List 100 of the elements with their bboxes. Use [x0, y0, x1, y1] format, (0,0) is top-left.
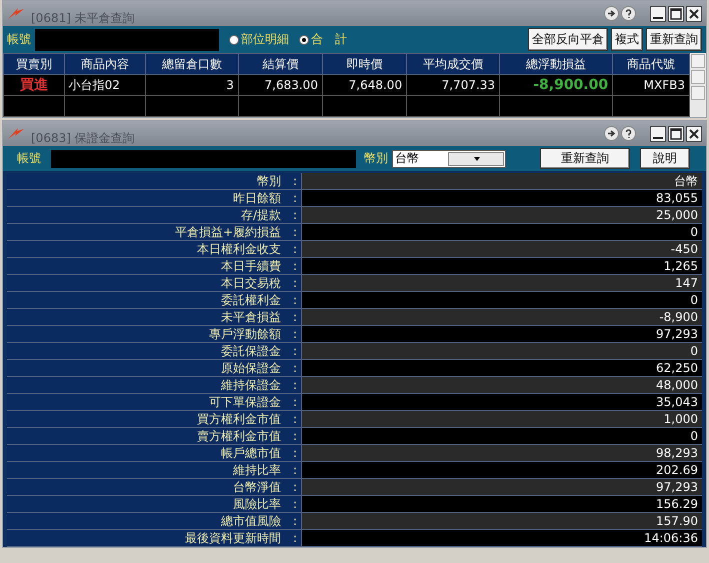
column-header: 總留倉口數 [145, 54, 238, 74]
field-value: 0 [301, 428, 702, 444]
minimize-icon[interactable] [650, 6, 666, 22]
cell-text: -8,900.00 [533, 77, 608, 93]
field-value: 1,000 [301, 411, 702, 427]
toolbar-button[interactable]: 全部反向平倉 [528, 28, 608, 51]
separator: : [292, 326, 297, 342]
separator: : [292, 241, 297, 257]
cell-text: 買進 [20, 77, 48, 93]
scrollbar[interactable] [690, 53, 706, 117]
separator: : [292, 394, 297, 410]
dropdown-arrow-icon [474, 156, 480, 160]
field-value: 98,293 [301, 445, 702, 461]
field-label: 專戶浮動餘額 [209, 327, 281, 341]
field-label: 本日交易稅 [221, 276, 281, 290]
logo-icon [7, 6, 25, 20]
separator: : [292, 173, 297, 189]
cell-text: 7,707.33 [442, 78, 496, 92]
field-value: 25,000 [301, 207, 702, 223]
toolbar-button[interactable]: 重新查詢 [540, 148, 630, 169]
field-value: 0 [301, 224, 702, 240]
field-value: 0 [301, 292, 702, 308]
field-value: 97,293 [301, 326, 702, 342]
cell-text: 小台指02 [68, 78, 120, 92]
field-value: 202.69 [301, 462, 702, 478]
separator: : [292, 479, 297, 495]
cell-text: MXFB3 [644, 78, 685, 92]
column-header: 結算價 [238, 54, 322, 74]
radio-option[interactable]: 部位明細 [229, 31, 289, 48]
help-icon[interactable] [621, 6, 636, 21]
field-value: 156.29 [301, 496, 702, 512]
cell-text: 3 [226, 78, 234, 92]
column-header: 商品代號 [612, 54, 690, 74]
field-label: 維持比率 [233, 463, 281, 477]
field-label: 台幣淨值 [233, 480, 281, 494]
separator: : [292, 275, 297, 291]
field-label: 委託權利金 [221, 293, 281, 307]
minimize-icon[interactable] [650, 126, 666, 142]
maximize-icon[interactable] [668, 6, 684, 22]
field-value: 157.90 [301, 513, 702, 529]
field-value: 83,055 [301, 190, 702, 206]
separator: : [292, 496, 297, 512]
close-icon[interactable] [686, 6, 702, 22]
logo-icon [7, 126, 25, 140]
separator: : [292, 513, 297, 529]
separator: : [292, 428, 297, 444]
field-value: 48,000 [301, 377, 702, 393]
toolbar-button[interactable]: 複式 [611, 28, 643, 51]
separator: : [292, 309, 297, 325]
window-title: [0681] 未平倉查詢 [31, 10, 135, 27]
field-label: 存/提款 [240, 208, 281, 222]
column-header: 商品內容 [64, 54, 146, 74]
window-title: [0683] 保證金查詢 [31, 130, 135, 147]
field-value: -8,900 [301, 309, 702, 325]
cell-text: 7,683.00 [264, 78, 318, 92]
field-label: 風險比率 [233, 497, 281, 511]
field-label: 帳戶總市值 [221, 446, 281, 460]
column-header: 總浮動損益 [500, 54, 613, 74]
account-field[interactable] [35, 28, 219, 50]
separator: : [292, 343, 297, 359]
field-label: 委託保證金 [221, 344, 281, 358]
separator: : [292, 530, 297, 546]
account-field[interactable] [51, 150, 356, 168]
field-label: 本日權利金收支 [197, 242, 281, 256]
radio-option[interactable]: 合 計 [299, 31, 347, 48]
field-label: 維持保證金 [221, 378, 281, 392]
cell-text: 7,648.00 [348, 78, 402, 92]
exit-icon[interactable] [604, 126, 619, 141]
toolbar-button[interactable]: 說明 [640, 148, 690, 169]
exit-icon[interactable] [604, 6, 619, 21]
account-label: 帳號 [7, 31, 31, 48]
field-label: 可下單保證金 [209, 395, 281, 409]
separator: : [292, 411, 297, 427]
toolbar-button[interactable]: 重新查詢 [646, 28, 702, 51]
close-icon[interactable] [686, 126, 702, 142]
separator: : [292, 377, 297, 393]
field-label: 賣方權利金市值 [197, 429, 281, 443]
field-label: 總市值風險 [221, 514, 281, 528]
radio-icon[interactable] [299, 34, 309, 44]
help-icon[interactable] [621, 126, 636, 141]
account-label: 帳號 [17, 150, 41, 167]
field-label: 幣別 [257, 174, 281, 188]
field-label: 最後資料更新時間 [185, 531, 281, 545]
field-value: -450 [301, 241, 702, 257]
column-header: 買賣別 [4, 54, 64, 74]
radio-icon[interactable] [229, 34, 239, 44]
field-label: 本日手續費 [221, 259, 281, 273]
field-label: 買方權利金市值 [197, 412, 281, 426]
maximize-icon[interactable] [668, 126, 684, 142]
currency-dropdown[interactable]: 台幣 [392, 150, 506, 168]
separator: : [292, 292, 297, 308]
field-value: 1,265 [301, 258, 702, 274]
field-value: 35,043 [301, 394, 702, 410]
field-value: 台幣 [301, 173, 702, 189]
field-value: 14:06:36 [301, 530, 702, 546]
separator: : [292, 462, 297, 478]
field-value: 97,293 [301, 479, 702, 495]
column-header: 平均成交價 [406, 54, 500, 74]
column-header: 即時價 [322, 54, 407, 74]
separator: : [292, 258, 297, 274]
